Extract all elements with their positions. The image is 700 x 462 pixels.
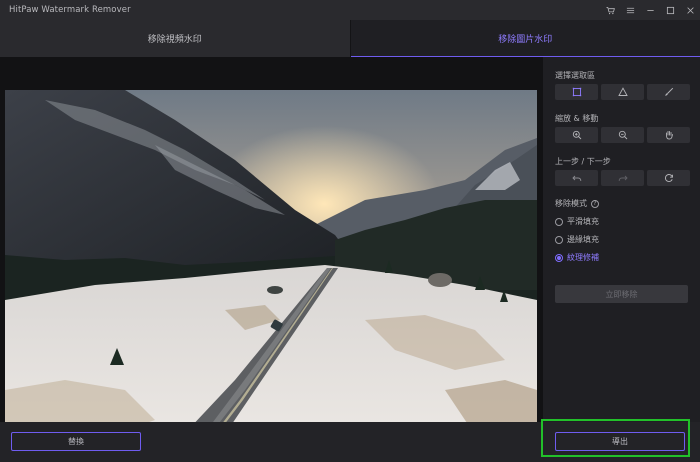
radio-icon — [555, 235, 563, 244]
hand-button[interactable] — [647, 127, 690, 143]
preview-image[interactable] — [5, 90, 537, 446]
rectangle-select-button[interactable] — [555, 84, 598, 100]
title-bar: HitPaw Watermark Remover — [0, 0, 700, 20]
mode-tabs: 移除視頻水印 移除圖片水印 — [0, 20, 700, 57]
mode-option-label: 紋理修補 — [567, 253, 599, 262]
menu-icon[interactable] — [620, 0, 640, 20]
rectangle-select-icon — [572, 87, 581, 97]
zoom-move-label: 縮放 & 移動 — [555, 114, 599, 123]
tab-remove-video-watermark[interactable]: 移除視頻水印 — [0, 20, 350, 57]
zoom-out-icon — [618, 130, 627, 140]
close-icon[interactable] — [680, 0, 700, 20]
remove-mode-text: 移除模式 — [555, 199, 587, 208]
cart-icon[interactable] — [600, 0, 620, 20]
select-area-label: 選擇選取區 — [555, 71, 595, 80]
zoom-out-button[interactable] — [601, 127, 644, 143]
undo-redo-label: 上一步 / 下一步 — [555, 157, 611, 166]
mode-option-smooth-fill[interactable]: 平滑填充 — [555, 216, 599, 227]
brush-icon — [664, 87, 673, 96]
zoom-tools — [555, 127, 690, 143]
bottom-bar: 替換 導出 — [0, 419, 700, 462]
remove-mode-label: 移除模式? — [555, 198, 599, 209]
zoom-in-icon — [572, 130, 581, 140]
undo-button[interactable] — [555, 170, 598, 186]
zoom-in-button[interactable] — [555, 127, 598, 143]
remove-now-button[interactable]: 立即移除 — [555, 285, 688, 303]
hand-icon — [665, 131, 673, 140]
mode-option-edge-fill[interactable]: 邊緣填充 — [555, 234, 599, 245]
undo-icon — [571, 175, 581, 182]
mode-option-label: 平滑填充 — [567, 217, 599, 226]
app-title: HitPaw Watermark Remover — [9, 5, 131, 15]
mode-option-label: 邊緣填充 — [567, 235, 599, 244]
help-icon[interactable]: ? — [591, 199, 599, 208]
select-tools — [555, 84, 690, 100]
image-canvas[interactable] — [0, 57, 543, 446]
maximize-icon[interactable] — [660, 0, 680, 20]
polygon-select-icon — [617, 87, 628, 96]
window-controls — [600, 0, 700, 20]
tab-remove-image-watermark[interactable]: 移除圖片水印 — [350, 20, 700, 57]
export-button[interactable]: 導出 — [555, 432, 685, 451]
tools-panel: 選擇選取區 縮放 & 移動 上一步 / 下一步 移除模式 ? 平滑填充 邊緣填充… — [543, 57, 700, 422]
radio-checked-icon — [555, 253, 563, 262]
radio-icon — [555, 217, 563, 226]
brush-button[interactable] — [647, 84, 690, 100]
reset-button[interactable] — [647, 170, 690, 186]
reset-icon — [664, 174, 673, 182]
replace-button[interactable]: 替換 — [11, 432, 141, 451]
history-tools — [555, 170, 690, 186]
redo-icon — [618, 175, 628, 182]
polygon-select-button[interactable] — [601, 84, 644, 100]
mode-option-texture-repair[interactable]: 紋理修補 — [555, 252, 599, 263]
redo-button[interactable] — [601, 170, 644, 186]
minimize-icon[interactable] — [640, 0, 660, 20]
